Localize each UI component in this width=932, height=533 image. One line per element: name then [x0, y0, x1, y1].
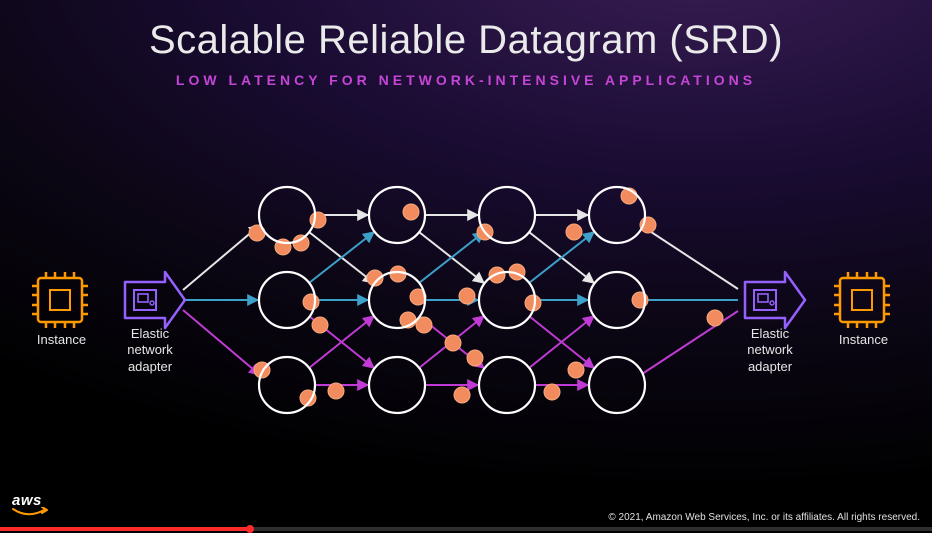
- video-progress-thumb[interactable]: [246, 525, 254, 533]
- edge-c4bot-ena: [642, 311, 738, 374]
- video-progress-track[interactable]: [0, 527, 932, 531]
- network-diagram: [0, 0, 932, 533]
- edge-ena-to-c1bot: [183, 310, 260, 375]
- slide: Scalable Reliable Datagram (SRD) LOW LAT…: [0, 0, 932, 533]
- edge-ena-to-c1top: [183, 225, 260, 290]
- cpu-left-icon: [32, 272, 88, 328]
- label-instance-right: Instance: [836, 332, 891, 348]
- ena-right-icon: [745, 272, 805, 328]
- copyright-text: © 2021, Amazon Web Services, Inc. or its…: [608, 512, 920, 523]
- label-ena-left: Elastic network adapter: [120, 326, 180, 375]
- brand-text: aws: [12, 492, 42, 509]
- label-instance-left: Instance: [34, 332, 89, 348]
- packets-group: [249, 188, 723, 406]
- label-ena-right: Elastic network adapter: [740, 326, 800, 375]
- edge-c4top-ena: [642, 226, 738, 289]
- ena-left-icon: [125, 272, 185, 328]
- cpu-right-icon: [834, 272, 890, 328]
- video-progress-fill: [0, 527, 250, 531]
- brand-logo: aws: [12, 492, 48, 517]
